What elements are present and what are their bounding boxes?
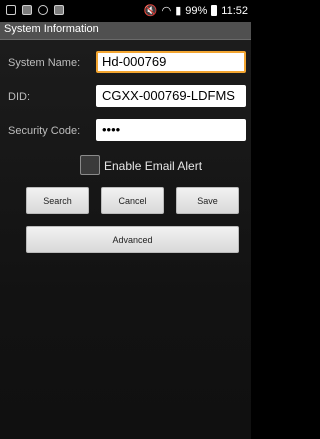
cancel-button[interactable]: Cancel (101, 187, 164, 214)
security-code-label: Security Code: (8, 125, 81, 137)
status-bar: 🔇 ◠ ▮ 99% 11:52 (0, 0, 251, 22)
system-name-input[interactable]: Hd-000769 (96, 51, 246, 73)
email-alert-checkbox[interactable] (80, 155, 100, 175)
did-label: DID: (8, 91, 30, 103)
notification-icons (6, 5, 64, 15)
security-code-input[interactable]: •••• (96, 119, 246, 141)
gallery-icon (54, 5, 64, 15)
battery-percent: 99% (185, 4, 208, 17)
screen: 🔇 ◠ ▮ 99% 11:52 System Information Syste… (0, 0, 251, 439)
email-alert-label: Enable Email Alert (104, 159, 203, 173)
title-bar: System Information (0, 22, 251, 40)
system-icons: 🔇 ◠ ▮ 99% 11:52 (143, 4, 248, 18)
advanced-button[interactable]: Advanced (26, 226, 239, 253)
signal-icon: ▮ (175, 5, 182, 17)
camera-icon (38, 5, 48, 15)
save-button[interactable]: Save (176, 187, 239, 214)
clock: 11:52 (221, 4, 248, 17)
image-icon (22, 5, 32, 15)
system-name-label: System Name: (8, 57, 81, 69)
wifi-icon: ◠ (161, 5, 172, 17)
notification-icon (6, 5, 16, 15)
mute-icon: 🔇 (143, 5, 158, 17)
did-input[interactable]: CGXX-000769-LDFMS (96, 85, 246, 107)
search-button[interactable]: Search (26, 187, 89, 214)
battery-icon (211, 5, 218, 16)
window-title: System Information (4, 23, 99, 35)
